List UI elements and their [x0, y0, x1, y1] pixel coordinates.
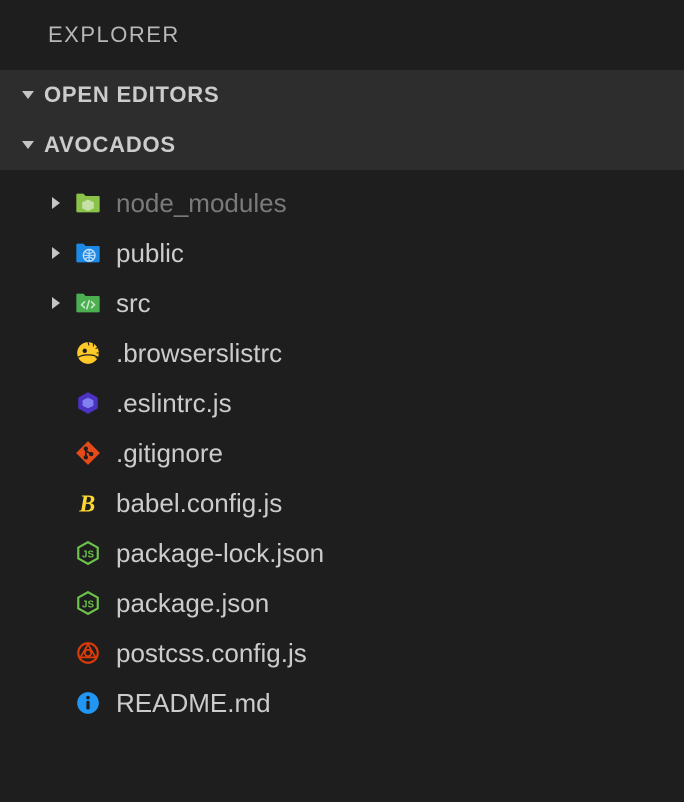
tree-file-browserslistrc[interactable]: .browserslistrc	[0, 328, 684, 378]
tree-item-label: .gitignore	[116, 438, 223, 469]
tree-file-package-lock[interactable]: JS package-lock.json	[0, 528, 684, 578]
tree-file-readme[interactable]: README.md	[0, 678, 684, 728]
tree-item-label: .browserslistrc	[116, 338, 282, 369]
file-tree: node_modules public src	[0, 170, 684, 728]
folder-public-icon	[72, 237, 104, 269]
tree-item-label: package-lock.json	[116, 538, 324, 569]
folder-node-icon	[72, 187, 104, 219]
tree-file-postcss-config[interactable]: postcss.config.js	[0, 628, 684, 678]
svg-text:JS: JS	[82, 599, 94, 610]
folder-src-icon	[72, 287, 104, 319]
chevron-right-icon	[44, 295, 68, 311]
tree-file-gitignore[interactable]: .gitignore	[0, 428, 684, 478]
info-icon	[72, 687, 104, 719]
browserslist-icon	[72, 337, 104, 369]
eslint-icon	[72, 387, 104, 419]
tree-item-label: .eslintrc.js	[116, 388, 232, 419]
tree-folder-public[interactable]: public	[0, 228, 684, 278]
svg-text:JS: JS	[82, 549, 94, 560]
workspace-section[interactable]: AVOCADOS	[0, 120, 684, 170]
git-icon	[72, 437, 104, 469]
npm-icon: JS	[72, 587, 104, 619]
tree-item-label: README.md	[116, 688, 271, 719]
tree-item-label: package.json	[116, 588, 269, 619]
tree-item-label: postcss.config.js	[116, 638, 307, 669]
tree-item-label: public	[116, 238, 184, 269]
explorer-panel-title: EXPLORER	[0, 0, 684, 70]
tree-item-label: node_modules	[116, 188, 287, 219]
svg-text:B: B	[78, 492, 95, 516]
chevron-down-icon	[16, 137, 40, 153]
postcss-icon	[72, 637, 104, 669]
tree-folder-src[interactable]: src	[0, 278, 684, 328]
babel-icon: B	[72, 487, 104, 519]
tree-file-babel-config[interactable]: B babel.config.js	[0, 478, 684, 528]
tree-file-package-json[interactable]: JS package.json	[0, 578, 684, 628]
open-editors-label: OPEN EDITORS	[44, 82, 219, 108]
chevron-right-icon	[44, 195, 68, 211]
open-editors-section[interactable]: OPEN EDITORS	[0, 70, 684, 120]
tree-item-label: babel.config.js	[116, 488, 282, 519]
workspace-label: AVOCADOS	[44, 132, 176, 158]
tree-folder-node-modules[interactable]: node_modules	[0, 178, 684, 228]
chevron-down-icon	[16, 87, 40, 103]
tree-file-eslintrc[interactable]: .eslintrc.js	[0, 378, 684, 428]
chevron-right-icon	[44, 245, 68, 261]
npm-icon: JS	[72, 537, 104, 569]
tree-item-label: src	[116, 288, 151, 319]
